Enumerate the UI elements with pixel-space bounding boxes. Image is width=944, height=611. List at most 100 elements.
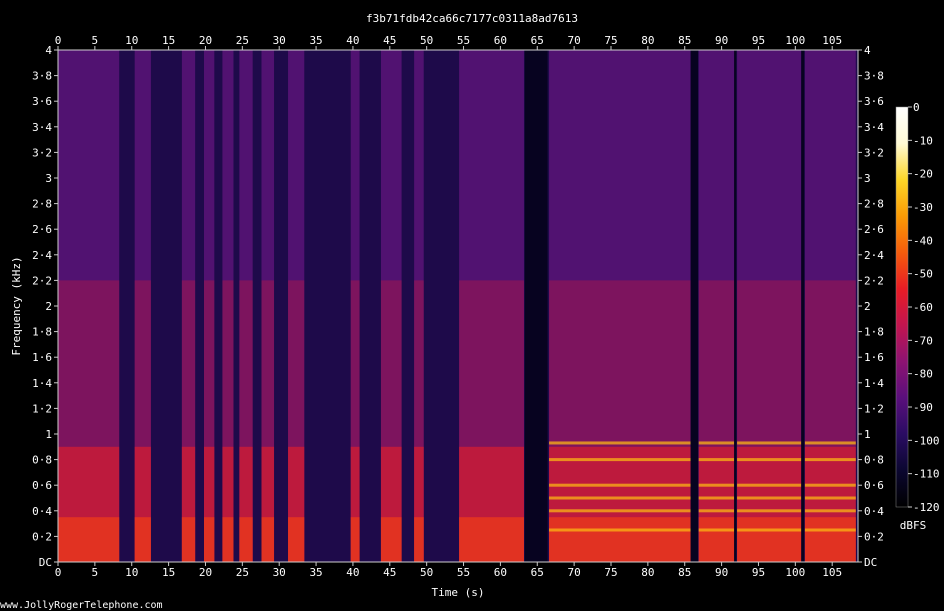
x-tick-label: 105 xyxy=(822,566,842,579)
x-tick-label: 65 xyxy=(531,34,544,47)
x-axis-top: 0 5 10 15 20 25 30 35 40 45 50 55 60 65 70 75 80 85 90 95 10… xyxy=(55,34,842,50)
x-tick-label: 50 xyxy=(420,34,433,47)
x-tick-label: 25 xyxy=(236,566,249,579)
x-tick-label: 60 xyxy=(494,566,507,579)
segment-energy-base xyxy=(380,517,402,562)
x-tick-label: 35 xyxy=(309,566,322,579)
x-tick-label: 95 xyxy=(752,34,765,47)
y-tick-label: 1·8 xyxy=(32,326,52,339)
y-tick-label: 3 xyxy=(45,172,52,185)
harmonic-band xyxy=(737,496,802,500)
y-tick-label: 1 xyxy=(864,428,871,441)
y-tick-label: 0·8 xyxy=(864,454,884,467)
colorbar-tick-label: -120 xyxy=(913,501,940,514)
y-tick-label: 3 xyxy=(864,172,871,185)
colorbar-tick-label: -80 xyxy=(913,368,933,381)
segment-energy-base xyxy=(261,517,275,562)
harmonic-band xyxy=(698,483,735,487)
colorbar-tick-label: -110 xyxy=(913,468,940,481)
loud-segment xyxy=(414,50,424,562)
quiet-gap xyxy=(690,50,698,562)
x-tick-label: 60 xyxy=(494,34,507,47)
loud-segment xyxy=(288,50,305,562)
loud-segment xyxy=(181,50,196,562)
x-tick-label: 45 xyxy=(383,34,396,47)
x-tick-label: 100 xyxy=(785,34,805,47)
spectrogram-plot xyxy=(58,50,858,562)
x-tick-label: 5 xyxy=(92,566,99,579)
x-tick-label: 30 xyxy=(273,34,286,47)
harmonic-band xyxy=(549,528,691,532)
segment-energy-base xyxy=(58,517,120,562)
harmonic-band xyxy=(804,509,856,513)
x-tick-label: 85 xyxy=(678,34,691,47)
segment-energy-base xyxy=(288,517,305,562)
y-tick-label: 3·2 xyxy=(32,146,52,159)
y-tick-label: 3·8 xyxy=(32,70,52,83)
y-tick-label: 3·2 xyxy=(864,146,884,159)
footer-credit: www.JollyRogerTelephone.com xyxy=(0,600,163,611)
x-tick-label: 105 xyxy=(822,34,842,47)
x-tick-label: 40 xyxy=(346,34,359,47)
y-tick-label: 2 xyxy=(45,300,52,313)
y-tick-label: 2·2 xyxy=(864,274,884,287)
x-tick-label: 55 xyxy=(457,566,470,579)
y-tick-label: 2·8 xyxy=(32,198,52,211)
harmonic-band xyxy=(804,441,856,445)
x-tick-label: 0 xyxy=(55,566,62,579)
x-tick-label: 100 xyxy=(785,566,805,579)
loud-segment xyxy=(261,50,275,562)
colorbar-tick-label: -90 xyxy=(913,401,933,414)
x-tick-label: 25 xyxy=(236,34,249,47)
x-axis-bottom: 0 5 10 15 20 25 30 35 40 45 50 55 60 65 70 75 80 85 90 95 10… xyxy=(55,562,842,579)
x-tick-label: 50 xyxy=(420,566,433,579)
harmonic-band xyxy=(804,483,856,487)
x-tick-label: 0 xyxy=(55,34,62,47)
loud-segment xyxy=(459,50,524,562)
quiet-gap xyxy=(524,50,548,562)
segment-energy-base xyxy=(203,517,215,562)
x-tick-label: 20 xyxy=(199,34,212,47)
y-tick-label: 3·6 xyxy=(32,95,52,108)
harmonic-band xyxy=(698,496,735,500)
y-tick-label: DC xyxy=(39,556,52,569)
segment-energy-base xyxy=(239,517,253,562)
x-tick-label: 15 xyxy=(162,566,175,579)
segment-energy-base xyxy=(459,517,524,562)
y-tick-label: 4 xyxy=(45,44,52,57)
spectrogram-chart: f3b71fdb42ca66c7177c0311a8ad7613 0 5 10 15 2… xyxy=(0,12,940,611)
harmonic-band xyxy=(549,458,691,462)
y-axis-label: Frequency (kHz) xyxy=(10,256,23,355)
x-tick-label: 20 xyxy=(199,566,212,579)
y-tick-label: 1 xyxy=(45,428,52,441)
colorbar-tick-label: -100 xyxy=(913,434,940,447)
y-tick-label: 3·6 xyxy=(864,95,884,108)
harmonic-band xyxy=(698,528,735,532)
colorbar-tick-label: -70 xyxy=(913,334,933,347)
segment-energy-base xyxy=(737,517,802,562)
x-tick-label: 10 xyxy=(125,566,138,579)
y-tick-label: 1·2 xyxy=(32,402,52,415)
chart-title: f3b71fdb42ca66c7177c0311a8ad7613 xyxy=(366,12,578,25)
colorbar-tick-label: -20 xyxy=(913,168,933,181)
colorbar-tick-label: 0 xyxy=(913,101,920,114)
x-tick-label: 95 xyxy=(752,566,765,579)
loud-segment xyxy=(380,50,402,562)
x-tick-label: 15 xyxy=(162,34,175,47)
y-axis-left: DC 0·2 0·4 0·6 0·8 1 1·2 1·4 1·6 1·8 2 2·2 2·4 2·6 2·8… xyxy=(32,44,58,569)
harmonic-band xyxy=(698,458,735,462)
segment-energy-base xyxy=(222,517,234,562)
y-tick-label: 2·6 xyxy=(32,223,52,236)
y-tick-label: 0·2 xyxy=(864,530,884,543)
x-tick-label: 75 xyxy=(604,566,617,579)
y-tick-label: 1·4 xyxy=(864,377,884,390)
x-axis-label: Time (s) xyxy=(432,586,485,599)
x-tick-label: 10 xyxy=(125,34,138,47)
loud-segment xyxy=(350,50,360,562)
harmonic-band xyxy=(804,458,856,462)
harmonic-band xyxy=(737,441,802,445)
segment-energy-base xyxy=(134,517,151,562)
colorbar xyxy=(895,106,909,508)
harmonic-band xyxy=(737,509,802,513)
y-tick-label: 1·8 xyxy=(864,326,884,339)
